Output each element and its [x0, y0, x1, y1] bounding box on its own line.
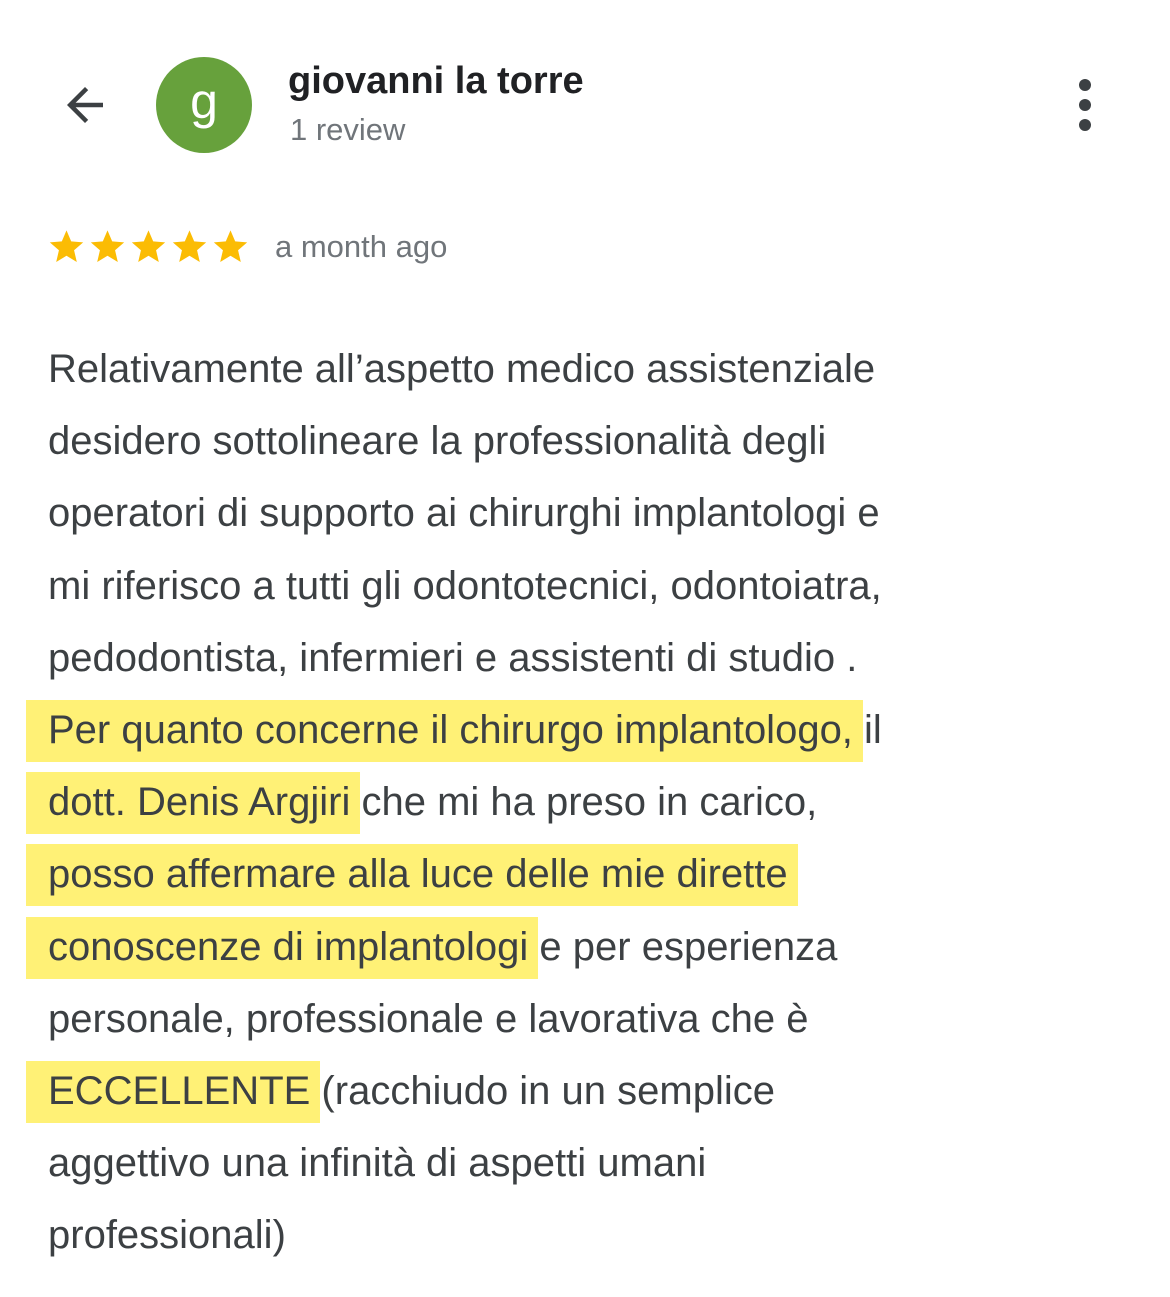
highlighted-text: posso affermare alla luce delle mie dire… — [26, 844, 798, 907]
review-text-segment: (racchiudo in un semplice — [310, 1068, 775, 1113]
star-icon — [90, 230, 125, 262]
review-line: dott. Denis Argjiri che mi ha preso in c… — [26, 766, 1128, 838]
highlighted-text: conoscenze di implantologi — [26, 916, 539, 979]
avatar-letter: g — [190, 73, 218, 129]
review-text-segment: personale, professionale e lavorativa ch… — [48, 996, 809, 1041]
review-text-segment: pedodontista, infermieri e assistenti di… — [48, 635, 858, 680]
star-rating — [46, 227, 251, 267]
review-text-segment: mi riferisco a tutti gli odontotecnici, … — [48, 563, 882, 608]
review-date: a month ago — [275, 229, 448, 264]
review-line: desidero sottolineare la professionalità… — [48, 405, 1128, 477]
highlighted-text: ECCELLENTE — [26, 1060, 321, 1123]
review-text-segment: e per esperienza — [528, 924, 838, 969]
review-line: operatori di supporto ai chirurghi impla… — [48, 477, 1128, 549]
review-text-segment: il — [852, 707, 882, 752]
review-text-segment: professionali) — [48, 1213, 286, 1258]
star-icon — [131, 230, 166, 262]
review-header: g giovanni la torre 1 review — [0, 0, 1170, 200]
review-text-segment: operatori di supporto ai chirurghi impla… — [48, 491, 880, 536]
review-text-segment: che mi ha preso in carico, — [350, 780, 818, 825]
back-button[interactable] — [50, 70, 120, 140]
reviewer-name[interactable]: giovanni la torre — [288, 60, 584, 103]
star-icon — [172, 230, 207, 262]
star-icon — [49, 230, 84, 262]
review-line: Relativamente all’aspetto medico assiste… — [48, 333, 1128, 405]
review-line: professionali) — [48, 1199, 1128, 1271]
review-text-segment: desidero sottolineare la professionalità… — [48, 419, 827, 464]
review-line: conoscenze di implantologi e per esperie… — [26, 911, 1128, 983]
review-line: personale, professionale e lavorativa ch… — [48, 983, 1128, 1055]
review-line: posso affermare alla luce delle mie dire… — [26, 838, 1128, 910]
review-line: aggettivo una infinità di aspetti umani — [48, 1127, 1128, 1199]
highlighted-text: dott. Denis Argjiri — [26, 772, 361, 835]
more-vert-icon — [1079, 79, 1091, 91]
review-text-segment: aggettivo una infinità di aspetti umani — [48, 1141, 707, 1186]
arrow-back-icon — [67, 87, 103, 123]
review-count: 1 review — [290, 112, 406, 147]
star-icon — [213, 230, 248, 262]
rating-row: a month ago — [46, 222, 447, 272]
more-vert-icon-dot — [1079, 99, 1091, 111]
review-text-segment: Relativamente all’aspetto medico assiste… — [48, 347, 876, 391]
review-line: pedodontista, infermieri e assistenti di… — [48, 622, 1128, 694]
review-line: Per quanto concerne il chirurgo implanto… — [26, 694, 1128, 766]
review-body: Relativamente all’aspetto medico assiste… — [26, 333, 1128, 1271]
more-options-button[interactable] — [1060, 70, 1110, 140]
highlighted-text: Per quanto concerne il chirurgo implanto… — [26, 699, 863, 762]
review-line: mi riferisco a tutti gli odontotecnici, … — [48, 550, 1128, 622]
avatar[interactable]: g — [156, 57, 252, 153]
more-vert-icon-dot — [1079, 119, 1091, 131]
review-line: ECCELLENTE (racchiudo in un semplice — [26, 1055, 1128, 1127]
